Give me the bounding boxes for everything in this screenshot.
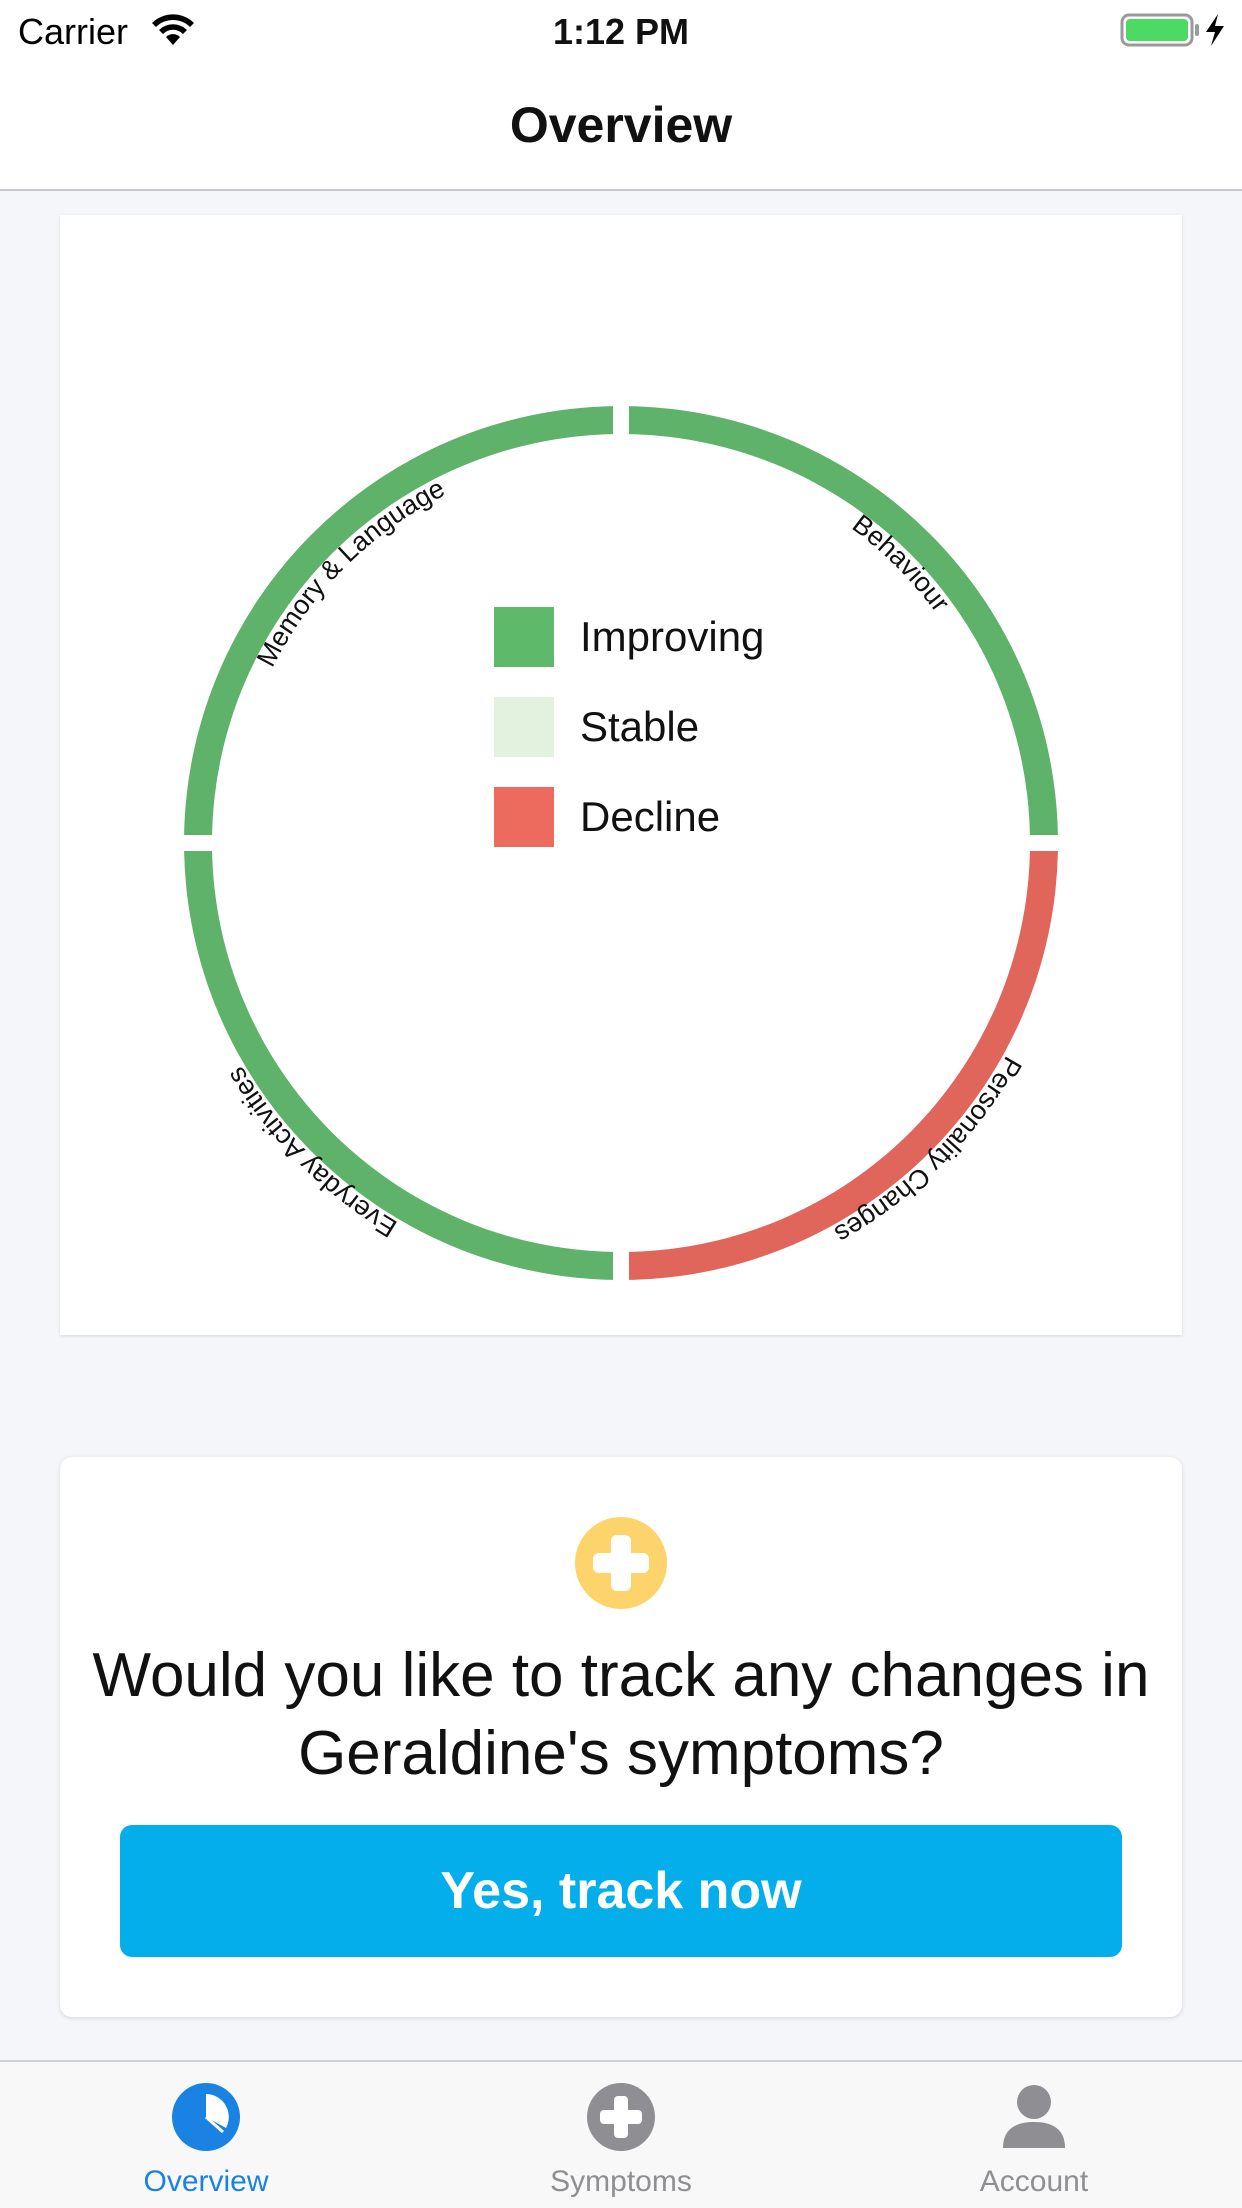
segment-label-personality: Personality Changes <box>830 1052 1028 1250</box>
status-time: 1:12 PM <box>552 11 690 52</box>
tab-account-label: Account <box>979 2165 1089 2198</box>
legend-label-decline: Decline <box>580 793 721 840</box>
legend-label-improving: Improving <box>580 613 765 660</box>
pie-chart-icon <box>172 2083 240 2151</box>
tab-symptoms[interactable]: Symptoms <box>471 2062 771 2208</box>
legend-label-stable: Stable <box>580 703 700 750</box>
track-now-button[interactable]: Yes, track now <box>120 1825 1122 1957</box>
track-symptoms-card: Would you like to track any changes in G… <box>60 1457 1182 2017</box>
tab-overview[interactable]: Overview <box>56 2062 356 2208</box>
track-question: Would you like to track any changes in G… <box>92 1641 1150 1788</box>
legend-swatch-stable <box>494 697 554 757</box>
legend-swatch-decline <box>494 787 554 847</box>
plus-circle-icon <box>587 2083 655 2151</box>
person-icon <box>1003 2085 1065 2148</box>
plus-icon <box>575 1517 667 1609</box>
tab-overview-label: Overview <box>143 2165 269 2198</box>
ring-segment-everyday-activities[interactable] <box>184 850 614 1280</box>
tab-bar: Overview Symptoms Account <box>0 2060 1242 2208</box>
symptom-overview-card: Behaviour Memory & Language Personality … <box>60 215 1182 1335</box>
symptom-ring-chart: Behaviour Memory & Language Personality … <box>184 406 1058 1280</box>
tab-account[interactable]: Account <box>884 2062 1184 2208</box>
ring-segment-personality-changes[interactable] <box>628 850 1058 1280</box>
battery-icon <box>1120 13 1224 47</box>
legend-swatch-improving <box>494 607 554 667</box>
segment-label-everyday-text: Everyday Activities <box>221 1062 402 1243</box>
segment-label-personality-text: Personality Changes <box>830 1052 1028 1250</box>
page-title: Overview <box>509 97 733 153</box>
tab-symptoms-label: Symptoms <box>550 2165 692 2198</box>
segment-label-everyday: Everyday Activities <box>221 1062 402 1243</box>
top-bar: Carrier 1:12 PM Overview <box>0 0 1242 191</box>
